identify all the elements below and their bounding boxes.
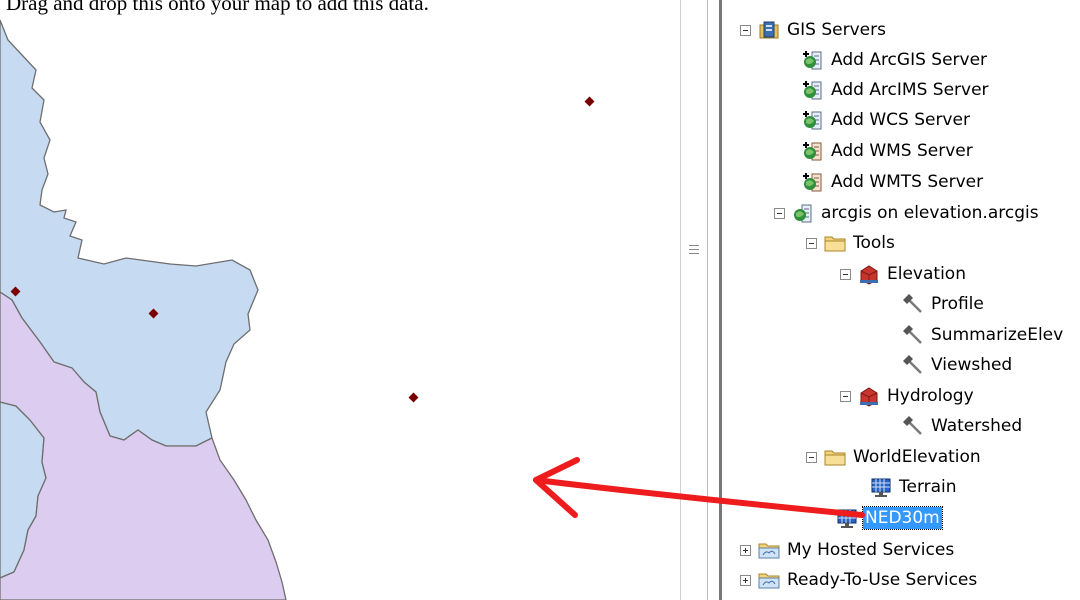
tree-item-label: Terrain <box>899 477 957 497</box>
expand-icon[interactable] <box>740 574 751 586</box>
tree-item-viewshed[interactable]: Viewshed <box>902 350 1014 380</box>
hosted-folder-icon <box>758 539 780 561</box>
tree-item-world-elevation[interactable]: WorldElevation <box>806 442 983 472</box>
map-point[interactable] <box>584 96 595 107</box>
tree-item-add-arcims-server[interactable]: Add ArcIMS Server <box>802 75 991 105</box>
tree-item-label: Watershed <box>931 416 1023 436</box>
image-service-icon <box>836 507 858 529</box>
tree-item-arcgis-connection[interactable]: arcgis on elevation.arcgis <box>774 198 1041 228</box>
tree-item-label: Add ArcGIS Server <box>831 50 988 70</box>
map-view[interactable] <box>0 0 680 600</box>
toolbox-icon <box>858 385 880 407</box>
tree-item-label: Add WMS Server <box>831 141 973 161</box>
tree-item-add-arcgis-server[interactable]: Add ArcGIS Server <box>802 45 989 75</box>
hosted-folder-icon <box>758 569 780 591</box>
collapse-icon[interactable] <box>774 207 785 219</box>
toolbox-icon <box>858 263 880 285</box>
tree-item-label: Tools <box>853 233 895 253</box>
add-server-icon <box>802 109 824 131</box>
tree-item-label: Add WMTS Server <box>831 172 984 192</box>
tree-item-my-hosted-services[interactable]: My Hosted Services <box>740 535 956 565</box>
add-server-icon <box>802 140 824 162</box>
tree-item-label: NED30m <box>862 506 943 530</box>
tree-item-label: My Hosted Services <box>787 540 955 560</box>
catalog-tree: GIS Servers Add ArcGIS Server Add ArcIMS… <box>722 0 1080 600</box>
tree-item-label: Add ArcIMS Server <box>831 80 989 100</box>
tree-item-add-wmts-server[interactable]: Add WMTS Server <box>802 167 985 197</box>
tree-item-label: SummarizeElev <box>931 325 1064 345</box>
collapse-icon[interactable] <box>840 268 851 280</box>
server-connection-icon <box>792 202 814 224</box>
tree-item-label: Ready-To-Use Services <box>787 570 978 590</box>
pane-splitter[interactable] <box>680 0 708 600</box>
map-point[interactable] <box>408 392 419 403</box>
servers-folder-icon <box>758 19 780 41</box>
tree-item-add-wms-server[interactable]: Add WMS Server <box>802 136 975 166</box>
add-server-icon <box>802 79 824 101</box>
image-service-icon <box>870 476 892 498</box>
collapse-icon[interactable] <box>806 451 817 463</box>
grip-icon <box>689 245 699 257</box>
folder-icon <box>824 232 846 254</box>
tree-item-ready-to-use-services[interactable]: Ready-To-Use Services <box>740 565 979 595</box>
collapse-icon[interactable] <box>740 24 751 36</box>
tree-item-label: GIS Servers <box>787 20 886 40</box>
tree-item-label: Add WCS Server <box>831 110 970 130</box>
tree-item-summarize-elevation[interactable]: SummarizeElev <box>902 320 1065 350</box>
tree-item-add-wcs-server[interactable]: Add WCS Server <box>802 105 972 135</box>
hammer-icon <box>902 415 924 437</box>
tree-item-label: Viewshed <box>931 355 1013 375</box>
hammer-icon <box>902 324 924 346</box>
tree-item-hydrology[interactable]: Hydrology <box>840 381 976 411</box>
add-server-icon <box>802 49 824 71</box>
tree-item-label: WorldElevation <box>853 447 981 467</box>
tree-item-ned30m[interactable]: NED30m <box>836 503 943 533</box>
folder-icon <box>824 446 846 468</box>
hammer-icon <box>902 293 924 315</box>
collapse-icon[interactable] <box>806 237 817 249</box>
tree-item-label: Elevation <box>887 264 966 284</box>
tree-item-label: Profile <box>931 294 984 314</box>
collapse-icon[interactable] <box>840 390 851 402</box>
instruction-caption: Drag and drop this onto your map to add … <box>6 0 429 15</box>
tree-item-profile[interactable]: Profile <box>902 289 986 319</box>
tree-item-elevation[interactable]: Elevation <box>840 259 968 289</box>
add-server-icon <box>802 171 824 193</box>
tree-item-label: arcgis on elevation.arcgis <box>821 203 1039 223</box>
tree-item-tools[interactable]: Tools <box>806 228 897 258</box>
hammer-icon <box>902 354 924 376</box>
tree-item-terrain[interactable]: Terrain <box>870 472 959 502</box>
expand-icon[interactable] <box>740 544 751 556</box>
tree-item-label: Hydrology <box>887 386 974 406</box>
tree-item-gis-servers[interactable]: GIS Servers <box>740 15 888 45</box>
tree-item-watershed[interactable]: Watershed <box>902 411 1024 441</box>
